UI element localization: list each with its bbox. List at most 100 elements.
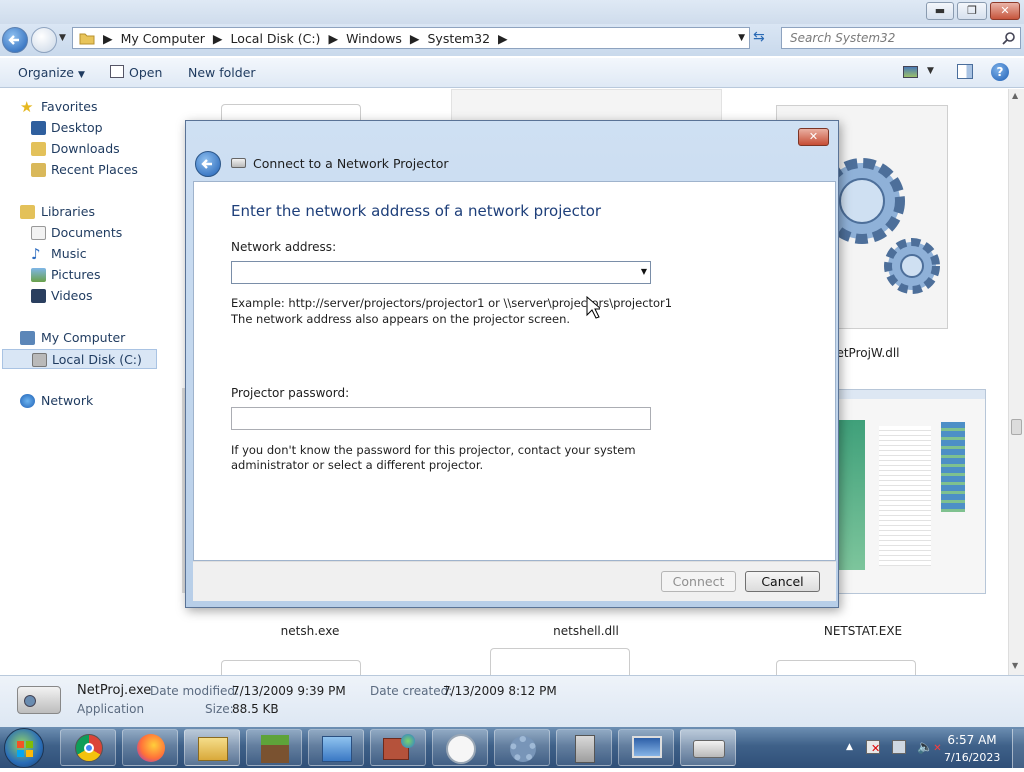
organize-button[interactable]: Organize ▼ xyxy=(18,65,85,80)
taskbar-chrome[interactable] xyxy=(60,729,116,766)
nav-network[interactable]: Network xyxy=(0,391,158,411)
crumb-my-computer[interactable]: My Computer xyxy=(121,31,205,46)
open-icon xyxy=(110,65,124,78)
dialog-close-button[interactable]: ✕ xyxy=(798,128,829,146)
gears-icon xyxy=(819,158,940,294)
taskbar-network-app[interactable] xyxy=(370,729,426,766)
folder-icon xyxy=(79,33,95,45)
taskbar-explorer[interactable] xyxy=(184,729,240,766)
selected-file-name: NetProj.exe xyxy=(77,683,152,698)
monitor-icon xyxy=(632,736,662,758)
cancel-button[interactable]: Cancel xyxy=(745,571,820,592)
new-folder-button[interactable]: New folder xyxy=(188,65,256,80)
taskbar-minecraft[interactable] xyxy=(246,729,302,766)
date-modified-label: Date modified: xyxy=(150,684,240,698)
drive-icon xyxy=(32,353,47,367)
tray-date[interactable]: 7/16/2023 xyxy=(944,751,1000,764)
date-created-value: 7/13/2009 8:12 PM xyxy=(443,684,557,698)
file-thumbnail[interactable] xyxy=(221,660,361,675)
exe-file-thumbnail[interactable] xyxy=(838,389,986,594)
recent-pages-dropdown-icon[interactable]: ▼ xyxy=(59,33,66,43)
nav-recent-places[interactable]: Recent Places xyxy=(0,160,158,180)
nav-pictures[interactable]: Pictures xyxy=(0,265,158,285)
star-icon: ★ xyxy=(20,98,34,116)
taskbar-settings-app[interactable] xyxy=(494,729,550,766)
file-thumbnail[interactable] xyxy=(776,660,916,675)
chevron-down-icon[interactable]: ▼ xyxy=(641,267,647,276)
start-button[interactable] xyxy=(4,728,44,768)
taskbar-firefox[interactable] xyxy=(122,729,178,766)
nav-favorites[interactable]: ★ Favorites xyxy=(0,97,158,117)
network-icon xyxy=(20,394,35,408)
minimize-button[interactable]: ▬ xyxy=(926,2,954,20)
file-name[interactable]: netshell.dll xyxy=(506,624,666,638)
videos-icon xyxy=(31,289,46,303)
projector-icon xyxy=(231,158,246,168)
taskbar-control-panel[interactable] xyxy=(308,729,364,766)
crumb-local-disk[interactable]: Local Disk (C:) xyxy=(231,31,321,46)
open-button[interactable]: Open xyxy=(129,65,162,80)
file-name[interactable]: NETSTAT.EXE xyxy=(783,624,943,638)
refresh-icon[interactable]: ⇆ xyxy=(753,29,765,45)
size-value: 88.5 KB xyxy=(232,702,279,716)
file-thumbnail[interactable] xyxy=(490,648,630,675)
file-thumbnail[interactable] xyxy=(451,89,722,124)
projector-password-input[interactable] xyxy=(231,407,651,430)
scrollbar-thumb[interactable] xyxy=(1011,419,1022,435)
selected-file-type: Application xyxy=(77,702,145,716)
tray-time[interactable]: 6:57 AM xyxy=(944,733,1000,747)
nav-my-computer[interactable]: My Computer xyxy=(0,328,158,348)
documents-icon xyxy=(31,226,46,240)
date-modified-value: 7/13/2009 9:39 PM xyxy=(232,684,346,698)
crumb-windows[interactable]: Windows xyxy=(346,31,402,46)
grass-block-icon xyxy=(261,735,289,763)
computer-icon xyxy=(20,331,35,345)
nav-music[interactable]: ♪ Music xyxy=(0,244,158,264)
dialog-footer xyxy=(193,561,836,601)
dialog-back-button[interactable] xyxy=(195,151,221,177)
network-address-input[interactable] xyxy=(234,264,630,281)
downloads-folder-icon xyxy=(31,142,46,156)
forward-button[interactable] xyxy=(31,27,57,53)
taskbar-clock-app[interactable] xyxy=(432,729,488,766)
back-button[interactable] xyxy=(2,27,28,53)
vertical-scrollbar[interactable]: ▲ ▼ xyxy=(1008,89,1024,675)
device-icon xyxy=(575,735,595,763)
view-dropdown-icon[interactable]: ▼ xyxy=(927,66,934,76)
dialog-title: Connect to a Network Projector xyxy=(253,156,449,171)
close-window-button[interactable]: ✕ xyxy=(990,2,1020,20)
network-address-label: Network address: xyxy=(231,240,337,254)
nav-desktop[interactable]: Desktop xyxy=(0,118,158,138)
help-icon[interactable]: ? xyxy=(991,63,1009,81)
show-hidden-icons[interactable]: ▲ xyxy=(846,742,853,752)
preview-pane-icon[interactable] xyxy=(957,64,973,79)
taskbar-remote-desktop[interactable] xyxy=(618,729,674,766)
search-input[interactable]: Search System32 xyxy=(781,27,1021,49)
network-address-combobox[interactable]: ▼ xyxy=(231,261,651,284)
desktop-icon xyxy=(31,121,46,135)
address-dropdown-icon[interactable]: ▼ xyxy=(738,33,745,43)
nav-videos[interactable]: Videos xyxy=(0,286,158,306)
dialog-body xyxy=(193,181,836,561)
volume-muted-icon[interactable]: 🔈✕ xyxy=(917,740,942,755)
maximize-button[interactable]: ❐ xyxy=(957,2,987,20)
pictures-icon xyxy=(31,268,46,282)
taskbar-device-app[interactable] xyxy=(556,729,612,766)
network-tray-icon[interactable] xyxy=(892,740,906,754)
connect-button[interactable]: Connect xyxy=(661,571,736,592)
nav-local-disk[interactable]: Local Disk (C:) xyxy=(2,349,157,369)
search-icon xyxy=(1002,32,1015,45)
nav-downloads[interactable]: Downloads xyxy=(0,139,158,159)
taskbar-netproj[interactable] xyxy=(680,729,736,766)
crumb-system32[interactable]: System32 xyxy=(428,31,491,46)
password-help-line1: If you don't know the password for this … xyxy=(231,443,636,457)
password-help-line2: administrator or select a different proj… xyxy=(231,458,484,472)
nav-documents[interactable]: Documents xyxy=(0,223,158,243)
change-view-icon[interactable] xyxy=(903,66,918,78)
file-name[interactable]: netsh.exe xyxy=(230,624,390,638)
show-desktop-button[interactable] xyxy=(1012,729,1024,768)
nav-libraries[interactable]: Libraries xyxy=(0,202,158,222)
address-bar[interactable]: ▶ My Computer ▶ Local Disk (C:) ▶ Windows ▶… xyxy=(72,27,750,49)
action-center-icon[interactable]: ✕ xyxy=(866,740,880,755)
details-pane xyxy=(0,675,1024,727)
